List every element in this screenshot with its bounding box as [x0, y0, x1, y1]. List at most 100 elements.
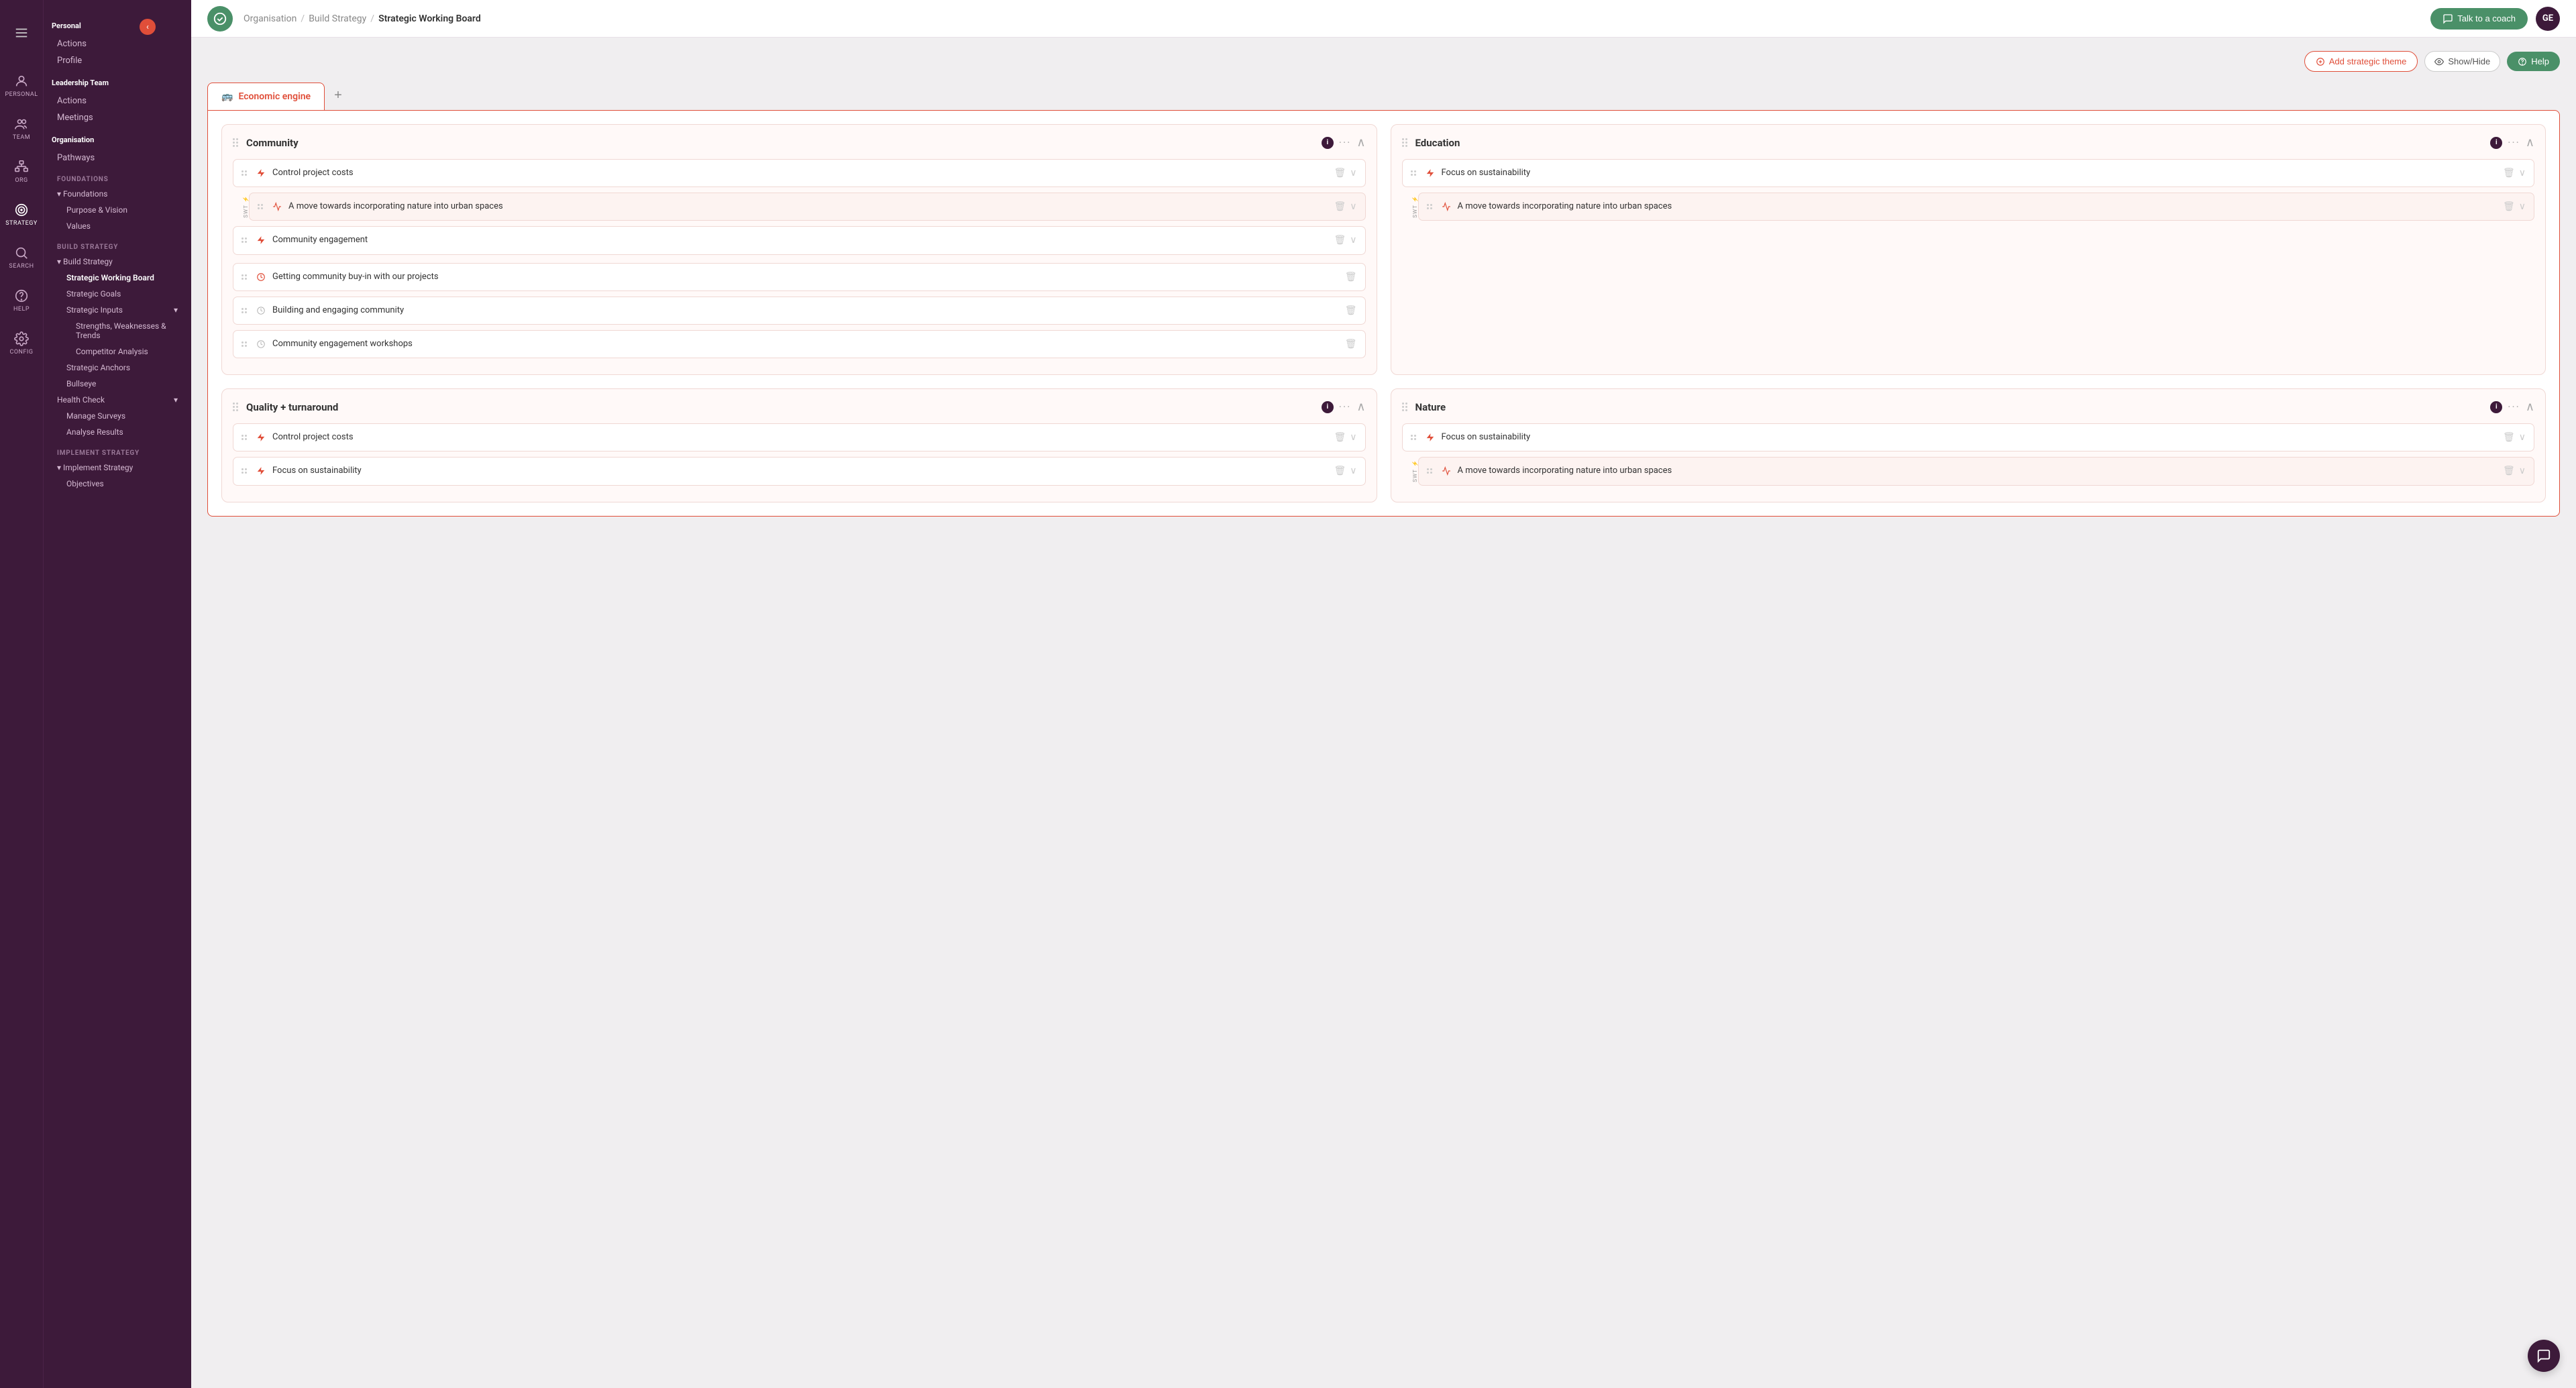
add-tab-button[interactable]: +	[325, 83, 352, 109]
sidebar-profile[interactable]: Profile	[52, 52, 183, 69]
nature-items: Focus on sustainability 🗑 ∨ SWT ⚡	[1402, 423, 2535, 485]
nature-info-badge[interactable]: i	[2490, 401, 2502, 413]
expand-icon[interactable]: ∨	[2519, 201, 2526, 212]
community-menu[interactable]: ···	[1339, 136, 1352, 149]
sidebar-strengths-weaknesses[interactable]: Strengths, Weaknesses & Trends	[70, 318, 183, 343]
row-drag-handle[interactable]	[1427, 468, 1435, 474]
row-drag-handle[interactable]	[241, 170, 250, 176]
breadcrumb-org[interactable]: Organisation	[244, 13, 297, 24]
row-drag-handle[interactable]	[241, 435, 250, 440]
sidebar-item-org[interactable]: ORG	[14, 160, 29, 184]
delete-icon[interactable]: 🗑	[2503, 168, 2515, 178]
nature-menu[interactable]: ···	[2508, 401, 2520, 413]
row-drag-handle[interactable]	[1411, 170, 1419, 176]
chat-bubble[interactable]	[2528, 1340, 2560, 1372]
delete-icon[interactable]: 🗑	[2503, 201, 2515, 212]
delete-icon[interactable]: 🗑	[1334, 235, 1346, 246]
expand-icon[interactable]: ∨	[2519, 466, 2526, 476]
sidebar-strategic-anchors[interactable]: Strategic Anchors	[61, 360, 183, 376]
expand-icon[interactable]: ∨	[1350, 235, 1356, 246]
row-drag-handle[interactable]	[241, 468, 250, 474]
sidebar-item-config[interactable]: CONFIG	[9, 331, 33, 356]
sidebar-item-team[interactable]: TEAM	[13, 117, 30, 141]
row-drag-handle[interactable]	[241, 341, 250, 347]
coach-label: Talk to a coach	[2457, 13, 2516, 23]
expand-icon[interactable]: ∨	[2519, 432, 2526, 443]
row-drag-handle[interactable]	[258, 204, 266, 209]
delete-icon[interactable]: 🗑	[1334, 201, 1346, 212]
expand-icon[interactable]: ∨	[1350, 201, 1356, 212]
economic-engine-tab[interactable]: 🚌 Economic engine	[207, 83, 325, 110]
tab-icon: 🚌	[221, 91, 233, 102]
row-text: A move towards incorporating nature into…	[1458, 201, 2498, 213]
sidebar-analyse-results[interactable]: Analyse Results	[61, 424, 183, 440]
hamburger-menu[interactable]	[14, 13, 29, 55]
breadcrumb-strategy[interactable]: Build Strategy	[309, 13, 366, 24]
breadcrumb: Organisation / Build Strategy / Strategi…	[244, 13, 481, 24]
row-drag-handle[interactable]	[241, 237, 250, 243]
help-button[interactable]: Help	[2507, 52, 2560, 71]
community-info-badge[interactable]: i	[1322, 137, 1334, 149]
quality-items: Control project costs 🗑 ∨ Focus on	[233, 423, 1366, 485]
sidebar-values[interactable]: Values	[61, 218, 183, 234]
foundations-expand[interactable]: ▾ Foundations	[52, 186, 183, 202]
delete-icon[interactable]: 🗑	[1334, 168, 1346, 178]
delete-icon[interactable]: 🗑	[1345, 339, 1357, 350]
delete-icon[interactable]: 🗑	[1345, 272, 1357, 282]
sidebar-actions-leadership[interactable]: Actions	[52, 93, 183, 109]
table-row: SWT ⚡ A move towards incorporating natur…	[249, 193, 1366, 221]
expand-icon[interactable]: ∨	[1350, 168, 1356, 178]
delete-icon[interactable]: 🗑	[1345, 305, 1357, 316]
chevron-up-icon: ▾	[174, 395, 178, 405]
delete-icon[interactable]: 🗑	[2503, 432, 2515, 443]
education-items: Focus on sustainability 🗑 ∨ SWT ⚡	[1402, 159, 2535, 221]
build-strategy-expand[interactable]: ▾ Build Strategy	[52, 254, 183, 270]
row-drag-handle[interactable]	[1427, 204, 1435, 209]
delete-icon[interactable]: 🗑	[1334, 432, 1346, 443]
education-menu[interactable]: ···	[2508, 136, 2520, 149]
delete-icon[interactable]: 🗑	[1334, 466, 1346, 476]
quality-info-badge[interactable]: i	[1322, 401, 1334, 413]
quality-collapse[interactable]: ∧	[1356, 400, 1365, 414]
sidebar-pathways[interactable]: Pathways	[52, 150, 183, 166]
education-info-badge[interactable]: i	[2490, 137, 2502, 149]
health-check-expand[interactable]: Health Check ▾	[52, 392, 183, 408]
talk-to-coach-button[interactable]: Talk to a coach	[2430, 8, 2528, 30]
nature-drag-handle[interactable]	[1402, 403, 1410, 411]
add-strategic-theme-button[interactable]: Add strategic theme	[2304, 51, 2418, 72]
sidebar-objectives[interactable]: Objectives	[61, 476, 183, 492]
quality-drag-handle[interactable]	[233, 403, 241, 411]
strategic-inputs-expand[interactable]: Strategic Inputs ▾	[61, 302, 183, 318]
add-theme-label: Add strategic theme	[2329, 56, 2407, 66]
nature-collapse[interactable]: ∧	[2526, 400, 2534, 414]
sidebar-purpose-vision[interactable]: Purpose & Vision	[61, 202, 183, 218]
expand-icon[interactable]: ∨	[2519, 168, 2526, 178]
sidebar-collapse-button[interactable]: ‹	[140, 19, 156, 35]
row-drag-handle[interactable]	[241, 274, 250, 280]
education-drag-handle[interactable]	[1402, 138, 1410, 147]
show-hide-button[interactable]: Show/Hide	[2424, 51, 2500, 72]
sidebar-strategic-goals[interactable]: Strategic Goals	[61, 286, 183, 302]
quality-menu[interactable]: ···	[1339, 401, 1352, 413]
user-avatar[interactable]: GE	[2536, 7, 2560, 31]
sidebar-competitor-analysis[interactable]: Competitor Analysis	[70, 343, 183, 360]
expand-icon[interactable]: ∨	[1350, 432, 1356, 443]
sidebar-manage-surveys[interactable]: Manage Surveys	[61, 408, 183, 424]
community-drag-handle[interactable]	[233, 138, 241, 147]
sidebar-item-search[interactable]: SEARCH	[9, 246, 34, 270]
expand-icon[interactable]: ∨	[1350, 466, 1356, 476]
delete-icon[interactable]: 🗑	[2503, 466, 2515, 476]
sidebar-strategic-working-board[interactable]: Strategic Working Board	[61, 270, 183, 286]
row-drag-handle[interactable]	[241, 308, 250, 313]
education-collapse[interactable]: ∧	[2526, 136, 2534, 150]
implement-strategy-expand[interactable]: ▾ Implement Strategy	[52, 460, 183, 476]
sidebar-bullseye[interactable]: Bullseye	[61, 376, 183, 392]
sidebar-item-personal[interactable]: PERSONAL	[5, 74, 38, 98]
sidebar-actions-personal[interactable]: Actions	[52, 36, 183, 52]
row-drag-handle[interactable]	[1411, 435, 1419, 440]
sidebar-item-strategy[interactable]: STRATEGY	[5, 203, 38, 227]
community-collapse[interactable]: ∧	[1356, 136, 1365, 150]
chart-icon	[1440, 201, 1452, 213]
sidebar-item-help[interactable]: HELP	[13, 288, 30, 313]
sidebar-meetings[interactable]: Meetings	[52, 109, 183, 126]
